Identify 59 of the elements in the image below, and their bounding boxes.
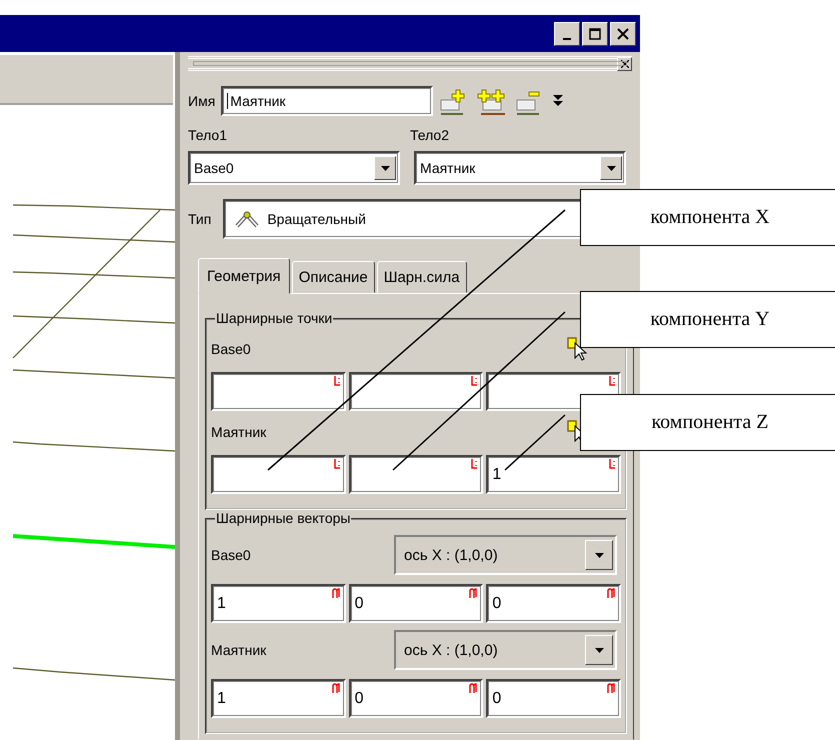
tab[interactable]: Шарн.сила [376,261,467,293]
angle-unit-icon [607,683,616,693]
caret-icon [606,166,616,170]
coordinate-field[interactable]: 1 [486,455,622,494]
annotation-tooltip: компонента Y [580,291,835,348]
angle-unit-icon [332,588,341,598]
length-unit-icon [471,459,478,469]
coordinate-field[interactable] [211,455,346,494]
caret-icon [380,166,390,170]
coordinate-field[interactable]: 1 [211,584,346,623]
body-label: Тело1 [188,127,228,143]
coordinate-field[interactable]: 1 [211,679,346,718]
caret-icon [594,648,604,652]
row-label: Маятник [211,424,266,440]
body-combobox[interactable]: Base0 [188,151,400,185]
tab[interactable]: Геометрия [198,258,290,294]
coordinate-field[interactable]: 0 [486,584,622,623]
maximize-icon [589,28,601,40]
minimize-icon [563,38,571,40]
annotation-tooltip: компонента X [580,189,835,246]
close-icon [620,60,628,68]
annotation-tooltip: компонента Z [580,394,835,451]
angle-unit-icon [607,588,616,598]
tab[interactable]: Описание [292,261,375,293]
group-title: Шарнирные точки [215,310,334,326]
length-unit-icon [471,376,478,386]
axis-dropdown[interactable]: ось X : (1,0,0) [394,535,617,575]
axis-dropdown[interactable]: ось X : (1,0,0) [394,630,617,670]
close-button[interactable] [610,22,636,46]
type-label: Тип [188,211,212,227]
name-label: Имя [188,93,216,109]
angle-unit-icon [469,683,478,693]
length-unit-icon [334,376,341,386]
minimize-button[interactable] [554,22,580,46]
caret-icon [594,552,604,558]
coordinate-field[interactable] [348,455,484,494]
length-unit-icon [609,376,616,386]
panel-grip[interactable] [188,56,632,71]
angle-unit-icon [332,683,341,693]
coordinate-field[interactable] [211,372,346,411]
row-label: Base0 [211,547,251,563]
more-icon[interactable] [553,95,564,107]
angle-unit-icon [469,588,478,598]
name-field[interactable]: Маятник [221,86,434,116]
group-title: Шарнирные векторы [215,510,352,526]
row-label: Маятник [211,642,266,658]
joint-icon [235,210,260,228]
length-unit-icon [334,459,341,469]
coordinate-field[interactable] [348,372,484,411]
body-label: Тело2 [410,127,450,143]
close-icon [617,28,629,40]
row-label: Base0 [211,341,251,357]
close-button[interactable] [617,56,632,70]
body-combobox[interactable]: Маятник [414,151,626,185]
maximize-button[interactable] [582,22,608,46]
coordinate-field[interactable]: 0 [486,679,622,718]
coordinate-field[interactable]: 0 [348,679,484,718]
length-unit-icon [609,459,616,469]
coordinate-field[interactable]: 0 [348,584,484,623]
